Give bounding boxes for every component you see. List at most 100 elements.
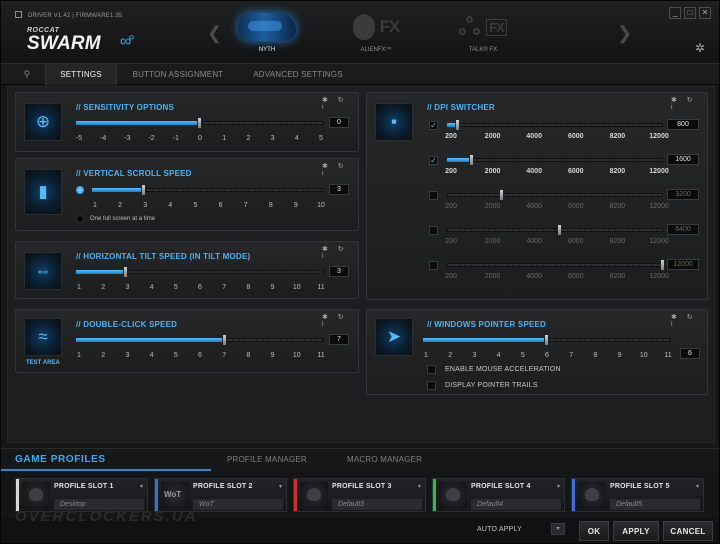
slot-game-field[interactable]: Default3 — [332, 499, 422, 510]
slot-game-field[interactable]: Default5 — [610, 499, 700, 510]
horizontal-arrows-icon: ⇔ — [24, 252, 62, 290]
tick-label: 9 — [293, 202, 298, 209]
pointer-speed-value[interactable]: 6 — [680, 348, 700, 359]
maximize-button[interactable]: □ — [684, 7, 696, 19]
slider-thumb[interactable] — [454, 119, 460, 131]
slider-thumb[interactable] — [140, 184, 146, 196]
dpi-level-value[interactable]: 1600 — [667, 154, 699, 165]
dpi-level-slider[interactable] — [447, 119, 663, 131]
full-screen-radio[interactable] — [76, 215, 84, 223]
device-talkfx[interactable]: FX TALK® FX — [447, 9, 519, 53]
tick-label: 12000 — [649, 133, 669, 140]
double-click-value[interactable]: 7 — [329, 334, 349, 345]
sensitivity-slider[interactable] — [76, 117, 324, 129]
vertical-scroll-value[interactable]: 3 — [329, 184, 349, 195]
auto-apply-dropdown[interactable]: ▾ — [551, 523, 565, 535]
tick-label: -4 — [100, 135, 107, 142]
tick-label: 2000 — [484, 273, 501, 280]
double-click-slider[interactable] — [76, 334, 324, 346]
device-label-nyth: NYTH — [258, 47, 276, 53]
tab-button-assignment[interactable]: BUTTON ASSIGNMENT — [119, 64, 237, 85]
prev-device-arrow-icon[interactable]: ❮ — [207, 23, 222, 44]
slider-thumb[interactable] — [122, 266, 128, 278]
dpi-level-checkbox[interactable]: ✓ — [429, 121, 438, 130]
dpi-level-value[interactable]: 6400 — [667, 224, 699, 235]
slider-thumb[interactable] — [557, 224, 563, 236]
vertical-scroll-ticks: 1 2 3 4 5 6 7 8 9 10 — [93, 202, 325, 211]
panel-tools-icons[interactable]: ✱ ↻ i — [671, 313, 707, 328]
slider-thumb[interactable] — [660, 259, 665, 271]
dpi-level-ticks: 200 2000 4000 6000 8200 12000 — [445, 238, 669, 247]
tab-macro-manager[interactable]: MACRO MANAGER — [347, 455, 422, 464]
dpi-level-value[interactable]: 3200 — [667, 189, 699, 200]
dpi-level-checkbox[interactable] — [429, 191, 438, 200]
panel-title: // WINDOWS POINTER SPEED — [427, 320, 547, 329]
tick-label: 4 — [294, 135, 299, 142]
profile-slot[interactable]: PROFILE SLOT 2 ▾ WoT — [154, 478, 287, 512]
slider-thumb[interactable] — [544, 334, 549, 346]
slot-dropdown-icon[interactable]: ▾ — [140, 483, 143, 490]
slot-dropdown-icon[interactable]: ▾ — [418, 483, 421, 490]
tick-label: -3 — [124, 135, 131, 142]
panel-tools-icons[interactable]: ✱ ↻ i — [322, 313, 358, 328]
tab-advanced-settings[interactable]: ADVANCED SETTINGS — [239, 64, 357, 85]
tab-settings[interactable]: SETTINGS — [45, 64, 117, 85]
slot-game-field[interactable]: WoT — [193, 499, 283, 510]
profile-slot[interactable]: PROFILE SLOT 4 ▾ Default4 — [432, 478, 565, 512]
dpi-level-checkbox[interactable]: ✓ — [429, 156, 438, 165]
slider-thumb[interactable] — [469, 154, 475, 166]
pointer-arrow-icon: ➤ — [375, 318, 413, 356]
device-alienfx[interactable]: FX ALIENFX™ — [341, 9, 411, 53]
profile-slot[interactable]: PROFILE SLOT 1 ▾ Desktop — [15, 478, 148, 512]
sensitivity-ticks: -5 -4 -3 -2 -1 0 1 2 3 4 5 — [76, 135, 323, 144]
minimize-button[interactable]: _ — [669, 7, 681, 19]
dpi-level-value[interactable]: 800 — [667, 119, 699, 130]
apply-button[interactable]: APPLY — [613, 521, 659, 541]
close-button[interactable]: ✕ — [699, 7, 711, 19]
slot-game-field[interactable]: Default4 — [471, 499, 561, 510]
game-profiles-title[interactable]: GAME PROFILES — [15, 454, 106, 465]
profile-slot[interactable]: PROFILE SLOT 5 ▾ Default5 — [571, 478, 704, 512]
dpi-level-slider[interactable] — [447, 189, 663, 201]
slider-thumb[interactable] — [197, 117, 202, 129]
panel-tools-icons[interactable]: ✱ ↻ i — [322, 96, 358, 111]
scroll-speed-radio[interactable] — [76, 186, 84, 194]
panel-tools-icons[interactable]: ✱ ↻ i — [322, 245, 358, 260]
device-nyth[interactable]: NYTH — [235, 9, 299, 53]
cancel-button[interactable]: CANCEL — [663, 521, 713, 541]
tick-label: 9 — [270, 352, 275, 359]
crosshair-icon: ⊕ — [24, 103, 62, 141]
panel-tools-icons[interactable]: ✱ ↻ i — [322, 162, 358, 177]
pointer-trails-checkbox[interactable] — [427, 381, 436, 390]
tick-label: 8200 — [609, 168, 626, 175]
tick-label: -2 — [148, 135, 155, 142]
pointer-speed-slider[interactable] — [423, 334, 671, 346]
slot-dropdown-icon[interactable]: ▾ — [557, 483, 560, 490]
game-icon — [161, 482, 189, 508]
slot-dropdown-icon[interactable]: ▾ — [696, 483, 699, 490]
dpi-level-slider[interactable] — [447, 224, 663, 236]
profile-slot[interactable]: PROFILE SLOT 3 ▾ Default3 — [293, 478, 426, 512]
vertical-scroll-slider[interactable] — [92, 184, 324, 196]
tick-label: 8 — [246, 284, 251, 291]
dpi-level-checkbox[interactable] — [429, 261, 438, 270]
slider-thumb[interactable] — [498, 189, 504, 201]
ok-button[interactable]: OK — [579, 521, 609, 541]
dpi-level-slider[interactable] — [447, 259, 665, 271]
horizontal-tilt-value[interactable]: 3 — [329, 266, 349, 277]
gear-icon[interactable]: ✲ — [695, 41, 705, 55]
sensitivity-value[interactable]: 0 — [329, 117, 349, 128]
horizontal-tilt-slider[interactable] — [76, 266, 324, 278]
slider-thumb[interactable] — [221, 334, 227, 346]
dpi-level-slider[interactable] — [447, 154, 663, 166]
next-device-arrow-icon[interactable]: ❯ — [617, 23, 632, 44]
dpi-level-value[interactable]: 12000 — [667, 259, 699, 270]
tick-label: 11 — [317, 284, 325, 291]
double-click-test-icon[interactable]: ≈ — [24, 318, 62, 356]
enable-acceleration-checkbox[interactable] — [427, 365, 436, 374]
panel-tools-icons[interactable]: ✱ ↻ i — [671, 96, 707, 111]
pin-icon[interactable]: ⚲ — [15, 64, 39, 85]
dpi-level-checkbox[interactable] — [429, 226, 438, 235]
tab-profile-manager[interactable]: PROFILE MANAGER — [227, 455, 307, 464]
slot-dropdown-icon[interactable]: ▾ — [279, 483, 282, 490]
